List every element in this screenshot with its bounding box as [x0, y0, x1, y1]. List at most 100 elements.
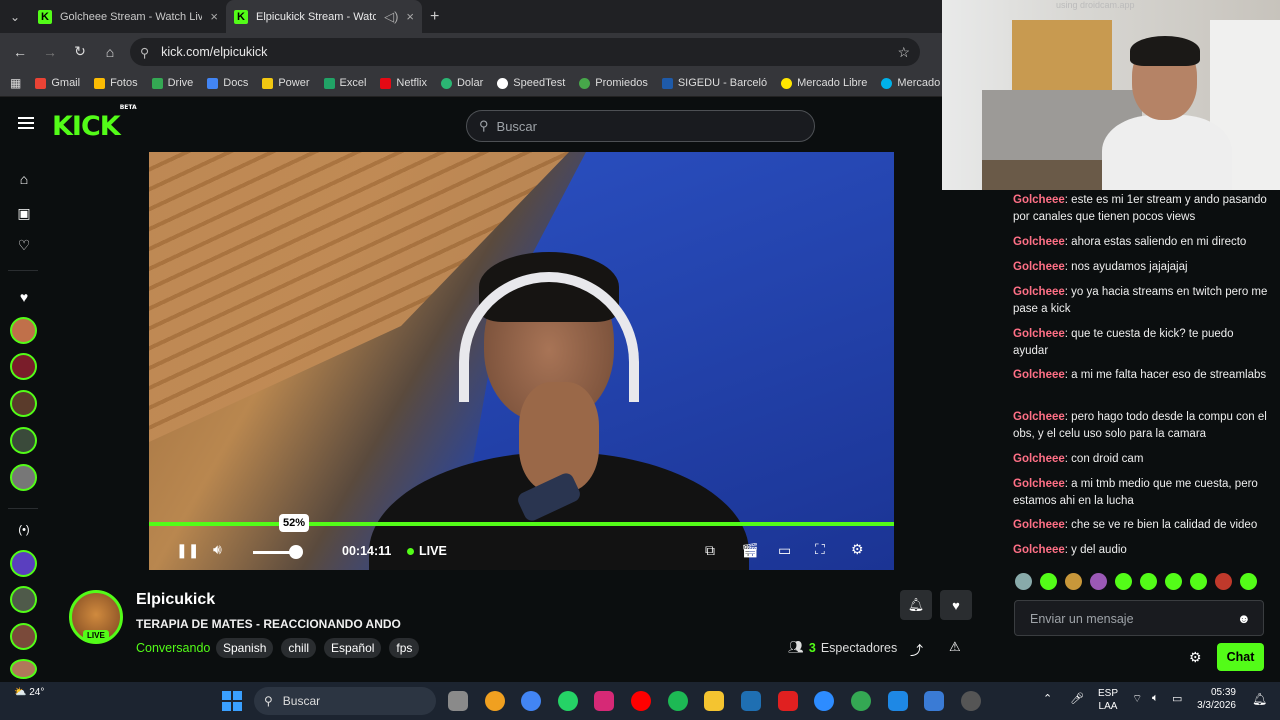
- bookmark-item[interactable]: SIGEDU - Barceló: [661, 77, 767, 89]
- volume-icon[interactable]: 🔊︎: [213, 541, 222, 558]
- channel-avatar[interactable]: [10, 427, 37, 454]
- url-field[interactable]: ⚲ kick.com/elpicukick ☆: [130, 38, 920, 66]
- channel-avatar[interactable]: [10, 623, 37, 650]
- chat-message-input[interactable]: Enviar un mensaje: [1014, 600, 1264, 636]
- clip-icon[interactable]: 🎬︎: [741, 542, 759, 559]
- emote-icon[interactable]: [1065, 573, 1082, 590]
- browse-icon[interactable]: ▣: [13, 202, 35, 224]
- close-tab-icon[interactable]: ×: [210, 9, 218, 24]
- start-windows-icon[interactable]: [222, 691, 242, 711]
- speaker-icon[interactable]: 🔈︎: [1152, 692, 1159, 705]
- tab-list-chevron-icon[interactable]: ⌄: [0, 0, 30, 33]
- settings-gear-icon[interactable]: ⚙: [851, 541, 864, 558]
- emote-icon[interactable]: [1215, 573, 1232, 590]
- channel-avatar[interactable]: [10, 464, 37, 491]
- bookmark-item[interactable]: SpeedTest: [497, 77, 565, 89]
- emote-icon[interactable]: [1190, 573, 1207, 590]
- live-indicator[interactable]: LIVE: [407, 544, 447, 558]
- bookmark-item[interactable]: Gmail: [35, 77, 80, 89]
- fullscreen-icon[interactable]: ⛶: [815, 541, 825, 558]
- task-view-icon[interactable]: [448, 691, 468, 711]
- tab-elpicukick[interactable]: K Elpicukick Stream - Watch L ◁) ×: [226, 0, 422, 33]
- channel-name[interactable]: Elpicukick: [136, 591, 215, 609]
- wifi-icon[interactable]: ⌔: [1132, 692, 1142, 706]
- acrobat-icon[interactable]: [778, 691, 798, 711]
- tag-chip[interactable]: chill: [281, 638, 317, 658]
- volume-knob[interactable]: [289, 545, 303, 559]
- battery-icon[interactable]: ▭: [1172, 692, 1182, 705]
- channel-avatar[interactable]: [10, 390, 37, 417]
- obs-icon[interactable]: [961, 691, 981, 711]
- close-tab-icon[interactable]: ×: [406, 9, 414, 24]
- channel-avatar[interactable]: [10, 586, 37, 613]
- app-icon[interactable]: [741, 691, 761, 711]
- apps-grid-icon[interactable]: ▦: [10, 76, 21, 90]
- emote-icon[interactable]: [1090, 573, 1107, 590]
- bookmark-item[interactable]: Mercado Pago: [881, 77, 942, 89]
- chrome-icon[interactable]: [851, 691, 871, 711]
- emote-icon[interactable]: [1015, 573, 1032, 590]
- bookmark-item[interactable]: Excel: [323, 77, 366, 89]
- whatsapp-icon[interactable]: [558, 691, 578, 711]
- bookmark-item[interactable]: Dolar: [440, 77, 483, 89]
- reload-icon[interactable]: ↻: [65, 43, 95, 60]
- notifications-bell-icon[interactable]: 🔔︎: [1252, 692, 1267, 706]
- bookmark-item[interactable]: Drive: [151, 77, 193, 89]
- new-tab-plus-icon[interactable]: +: [422, 8, 447, 26]
- taskbar-search[interactable]: ⚲ Buscar: [254, 687, 436, 715]
- home-icon[interactable]: ⌂: [95, 44, 125, 60]
- back-arrow-icon[interactable]: ←: [5, 44, 35, 60]
- tag-chip[interactable]: Spanish: [216, 638, 274, 658]
- language-indicator[interactable]: ESP LAA: [1098, 687, 1118, 713]
- tag-chip[interactable]: Español: [324, 638, 382, 658]
- bookmark-item[interactable]: Promiedos: [579, 77, 648, 89]
- notification-bell-button[interactable]: 🔔︎: [900, 590, 932, 620]
- channel-avatar[interactable]: [10, 353, 37, 380]
- miniplayer-icon[interactable]: ⧉: [705, 542, 715, 559]
- bookmark-item[interactable]: Power: [262, 77, 310, 89]
- zoom-icon[interactable]: [814, 691, 834, 711]
- kick-logo[interactable]: KICKBETA: [52, 104, 137, 142]
- emote-icon[interactable]: [1115, 573, 1132, 590]
- following-heart-icon[interactable]: ♡: [13, 234, 35, 256]
- share-icon[interactable]: ⤴: [910, 640, 923, 659]
- category-link[interactable]: Conversando: [136, 641, 210, 655]
- search-input[interactable]: ⚲ Buscar: [466, 110, 815, 142]
- emote-icon[interactable]: [1040, 573, 1057, 590]
- forward-arrow-icon[interactable]: →: [35, 44, 65, 60]
- send-chat-button[interactable]: Chat: [1217, 643, 1264, 671]
- menu-hamburger-icon[interactable]: [18, 117, 34, 129]
- instagram-icon[interactable]: [594, 691, 614, 711]
- clock[interactable]: 05:39 3/3/2026: [1197, 686, 1236, 712]
- bookmark-item[interactable]: Fotos: [94, 77, 138, 89]
- tag-chip[interactable]: fps: [389, 638, 420, 658]
- pause-icon[interactable]: ❚❚: [176, 542, 199, 559]
- widgets-icon[interactable]: [485, 691, 505, 711]
- tab-golcheee[interactable]: K Golcheee Stream - Watch Live o ×: [30, 0, 226, 33]
- site-info-icon[interactable]: ⚲: [140, 45, 149, 60]
- file-explorer-icon[interactable]: [704, 691, 724, 711]
- weather-widget[interactable]: ⛅ 24°: [14, 687, 44, 698]
- emote-icon[interactable]: [1140, 573, 1157, 590]
- youtube-icon[interactable]: [631, 691, 651, 711]
- report-warning-icon[interactable]: ⚠: [949, 639, 961, 655]
- emote-icon[interactable]: [1165, 573, 1182, 590]
- live-signal-icon[interactable]: (•): [13, 519, 35, 541]
- app-icon[interactable]: [924, 691, 944, 711]
- store-icon[interactable]: [888, 691, 908, 711]
- chat-settings-gear-icon[interactable]: ⚙: [1189, 649, 1202, 666]
- bookmark-item[interactable]: Mercado Libre: [781, 77, 867, 89]
- spotify-icon[interactable]: [668, 691, 688, 711]
- emote-icon[interactable]: [1240, 573, 1257, 590]
- seek-bar[interactable]: [149, 522, 894, 526]
- follow-heart-button[interactable]: ♥: [940, 590, 972, 620]
- bookmark-item[interactable]: Netflix: [380, 77, 427, 89]
- channel-avatar[interactable]: [10, 550, 37, 577]
- microphone-icon[interactable]: 🎤︎: [1070, 692, 1084, 705]
- chevron-up-icon[interactable]: ⌃: [1043, 692, 1052, 705]
- channel-avatar[interactable]: [10, 317, 37, 344]
- theater-mode-icon[interactable]: ▭: [778, 542, 791, 559]
- video-player[interactable]: ❚❚ 🔊︎ 52% 00:14:11 LIVE ⧉ 🎬︎ ▭ ⛶ ⚙: [149, 152, 894, 570]
- chrome-icon[interactable]: [521, 691, 541, 711]
- audio-icon[interactable]: ◁): [384, 9, 398, 25]
